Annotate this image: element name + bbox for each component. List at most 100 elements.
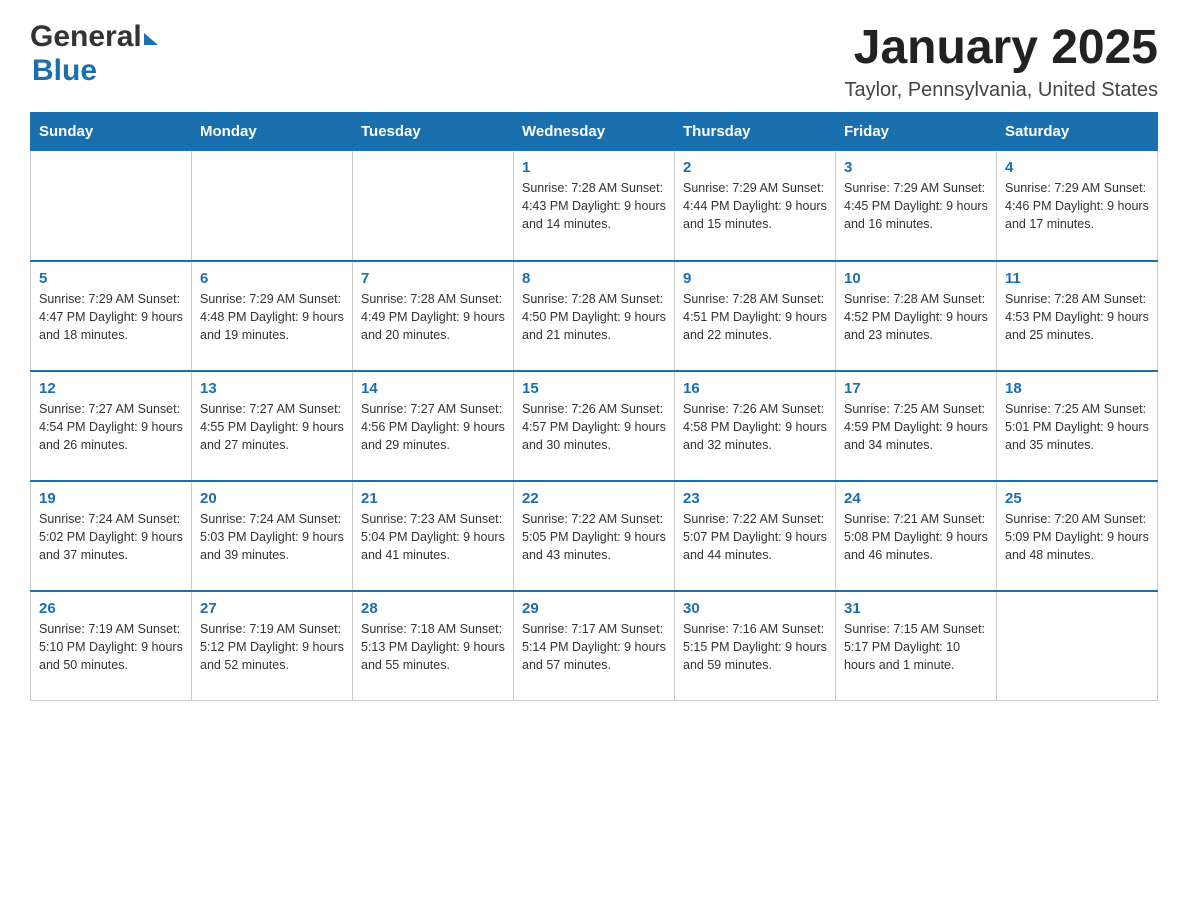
day-number: 8 (522, 270, 666, 287)
calendar-cell: 12 Sunrise: 7:27 AM Sunset: 4:54 PM Dayli… (31, 371, 192, 481)
day-info: Sunrise: 7:26 AM Sunset: 4:57 PM Dayligh… (522, 400, 666, 454)
calendar-cell: 24 Sunrise: 7:21 AM Sunset: 5:08 PM Dayli… (836, 481, 997, 591)
day-number: 6 (200, 270, 344, 287)
day-number: 16 (683, 380, 827, 397)
weekday-header-thursday: Thursday (675, 113, 836, 151)
day-number: 1 (522, 159, 666, 176)
calendar-cell: 29Sunrise: 7:17 AM Sunset: 5:14 PM Dayli… (514, 591, 675, 701)
day-number: 18 (1005, 380, 1149, 397)
day-info: Sunrise: 7:18 AM Sunset: 5:13 PM Dayligh… (361, 620, 505, 674)
calendar-cell: 16 Sunrise: 7:26 AM Sunset: 4:58 PM Dayli… (675, 371, 836, 481)
day-number: 2 (683, 159, 827, 176)
calendar-week-2: 5Sunrise: 7:29 AM Sunset: 4:47 PM Daylig… (31, 261, 1158, 371)
calendar-cell: 31Sunrise: 7:15 AM Sunset: 5:17 PM Dayli… (836, 591, 997, 701)
day-info: Sunrise: 7:20 AM Sunset: 5:09 PM Dayligh… (1005, 510, 1149, 564)
calendar-cell: 4Sunrise: 7:29 AM Sunset: 4:46 PM Daylig… (997, 151, 1158, 261)
calendar-cell: 21 Sunrise: 7:23 AM Sunset: 5:04 PM Dayli… (353, 481, 514, 591)
day-info: Sunrise: 7:29 AM Sunset: 4:45 PM Dayligh… (844, 179, 988, 233)
calendar-cell: 10 Sunrise: 7:28 AM Sunset: 4:52 PM Dayli… (836, 261, 997, 371)
calendar-cell: 3 Sunrise: 7:29 AM Sunset: 4:45 PM Daylig… (836, 151, 997, 261)
calendar-cell: 8 Sunrise: 7:28 AM Sunset: 4:50 PM Daylig… (514, 261, 675, 371)
calendar-cell: 6 Sunrise: 7:29 AM Sunset: 4:48 PM Daylig… (192, 261, 353, 371)
page-header: General Blue January 2025 Taylor, Pennsy… (30, 20, 1158, 102)
day-number: 20 (200, 490, 344, 507)
calendar-cell: 2 Sunrise: 7:29 AM Sunset: 4:44 PM Daylig… (675, 151, 836, 261)
calendar-cell: 18 Sunrise: 7:25 AM Sunset: 5:01 PM Dayli… (997, 371, 1158, 481)
day-info: Sunrise: 7:15 AM Sunset: 5:17 PM Dayligh… (844, 620, 988, 674)
day-info: Sunrise: 7:27 AM Sunset: 4:55 PM Dayligh… (200, 400, 344, 454)
calendar-cell: 27 Sunrise: 7:19 AM Sunset: 5:12 PM Dayli… (192, 591, 353, 701)
day-number: 7 (361, 270, 505, 287)
day-info: Sunrise: 7:22 AM Sunset: 5:05 PM Dayligh… (522, 510, 666, 564)
calendar-cell: 19 Sunrise: 7:24 AM Sunset: 5:02 PM Dayli… (31, 481, 192, 591)
day-info: Sunrise: 7:29 AM Sunset: 4:48 PM Dayligh… (200, 290, 344, 344)
day-number: 22 (522, 490, 666, 507)
day-number: 21 (361, 490, 505, 507)
calendar-cell: 14 Sunrise: 7:27 AM Sunset: 4:56 PM Dayli… (353, 371, 514, 481)
calendar-cell: 1 Sunrise: 7:28 AM Sunset: 4:43 PM Daylig… (514, 151, 675, 261)
logo-blue-text: Blue (32, 54, 97, 87)
day-number: 10 (844, 270, 988, 287)
calendar-cell: 13 Sunrise: 7:27 AM Sunset: 4:55 PM Dayli… (192, 371, 353, 481)
day-number: 25 (1005, 490, 1149, 507)
calendar-cell: 22 Sunrise: 7:22 AM Sunset: 5:05 PM Dayli… (514, 481, 675, 591)
day-info: Sunrise: 7:29 AM Sunset: 4:44 PM Dayligh… (683, 179, 827, 233)
day-info: Sunrise: 7:27 AM Sunset: 4:54 PM Dayligh… (39, 400, 183, 454)
calendar-cell: 25 Sunrise: 7:20 AM Sunset: 5:09 PM Dayli… (997, 481, 1158, 591)
calendar-cell: 7Sunrise: 7:28 AM Sunset: 4:49 PM Daylig… (353, 261, 514, 371)
day-info: Sunrise: 7:21 AM Sunset: 5:08 PM Dayligh… (844, 510, 988, 564)
weekday-header-monday: Monday (192, 113, 353, 151)
page-title: January 2025 (844, 20, 1158, 75)
day-number: 11 (1005, 270, 1149, 287)
calendar-table: SundayMondayTuesdayWednesdayThursdayFrid… (30, 112, 1158, 701)
day-info: Sunrise: 7:25 AM Sunset: 4:59 PM Dayligh… (844, 400, 988, 454)
weekday-header-sunday: Sunday (31, 113, 192, 151)
day-number: 24 (844, 490, 988, 507)
calendar-cell: 28 Sunrise: 7:18 AM Sunset: 5:13 PM Dayli… (353, 591, 514, 701)
day-info: Sunrise: 7:26 AM Sunset: 4:58 PM Dayligh… (683, 400, 827, 454)
calendar-cell (997, 591, 1158, 701)
day-number: 14 (361, 380, 505, 397)
day-info: Sunrise: 7:23 AM Sunset: 5:04 PM Dayligh… (361, 510, 505, 564)
calendar-week-3: 12 Sunrise: 7:27 AM Sunset: 4:54 PM Dayli… (31, 371, 1158, 481)
day-number: 30 (683, 600, 827, 617)
calendar-cell: 9Sunrise: 7:28 AM Sunset: 4:51 PM Daylig… (675, 261, 836, 371)
day-number: 12 (39, 380, 183, 397)
day-number: 27 (200, 600, 344, 617)
day-info: Sunrise: 7:27 AM Sunset: 4:56 PM Dayligh… (361, 400, 505, 454)
day-number: 17 (844, 380, 988, 397)
day-info: Sunrise: 7:25 AM Sunset: 5:01 PM Dayligh… (1005, 400, 1149, 454)
calendar-cell: 30Sunrise: 7:16 AM Sunset: 5:15 PM Dayli… (675, 591, 836, 701)
weekday-header-tuesday: Tuesday (353, 113, 514, 151)
weekday-header-wednesday: Wednesday (514, 113, 675, 151)
day-number: 28 (361, 600, 505, 617)
day-info: Sunrise: 7:24 AM Sunset: 5:02 PM Dayligh… (39, 510, 183, 564)
logo: General Blue (30, 20, 158, 88)
day-info: Sunrise: 7:28 AM Sunset: 4:43 PM Dayligh… (522, 179, 666, 233)
day-number: 15 (522, 380, 666, 397)
day-number: 26 (39, 600, 183, 617)
calendar-cell: 15 Sunrise: 7:26 AM Sunset: 4:57 PM Dayli… (514, 371, 675, 481)
calendar-cell: 20 Sunrise: 7:24 AM Sunset: 5:03 PM Dayli… (192, 481, 353, 591)
day-number: 9 (683, 270, 827, 287)
day-info: Sunrise: 7:24 AM Sunset: 5:03 PM Dayligh… (200, 510, 344, 564)
calendar-cell: 5Sunrise: 7:29 AM Sunset: 4:47 PM Daylig… (31, 261, 192, 371)
day-number: 3 (844, 159, 988, 176)
day-info: Sunrise: 7:19 AM Sunset: 5:12 PM Dayligh… (200, 620, 344, 674)
logo-arrow-icon (144, 33, 158, 45)
day-number: 13 (200, 380, 344, 397)
calendar-week-5: 26Sunrise: 7:19 AM Sunset: 5:10 PM Dayli… (31, 591, 1158, 701)
calendar-cell: 23 Sunrise: 7:22 AM Sunset: 5:07 PM Dayli… (675, 481, 836, 591)
day-info: Sunrise: 7:28 AM Sunset: 4:50 PM Dayligh… (522, 290, 666, 344)
day-number: 5 (39, 270, 183, 287)
calendar-cell: 11Sunrise: 7:28 AM Sunset: 4:53 PM Dayli… (997, 261, 1158, 371)
logo-general-text: General (30, 20, 142, 54)
day-info: Sunrise: 7:22 AM Sunset: 5:07 PM Dayligh… (683, 510, 827, 564)
day-number: 19 (39, 490, 183, 507)
day-info: Sunrise: 7:28 AM Sunset: 4:52 PM Dayligh… (844, 290, 988, 344)
calendar-cell: 26Sunrise: 7:19 AM Sunset: 5:10 PM Dayli… (31, 591, 192, 701)
calendar-cell (31, 151, 192, 261)
calendar-week-4: 19 Sunrise: 7:24 AM Sunset: 5:02 PM Dayli… (31, 481, 1158, 591)
day-info: Sunrise: 7:17 AM Sunset: 5:14 PM Dayligh… (522, 620, 666, 674)
day-number: 23 (683, 490, 827, 507)
